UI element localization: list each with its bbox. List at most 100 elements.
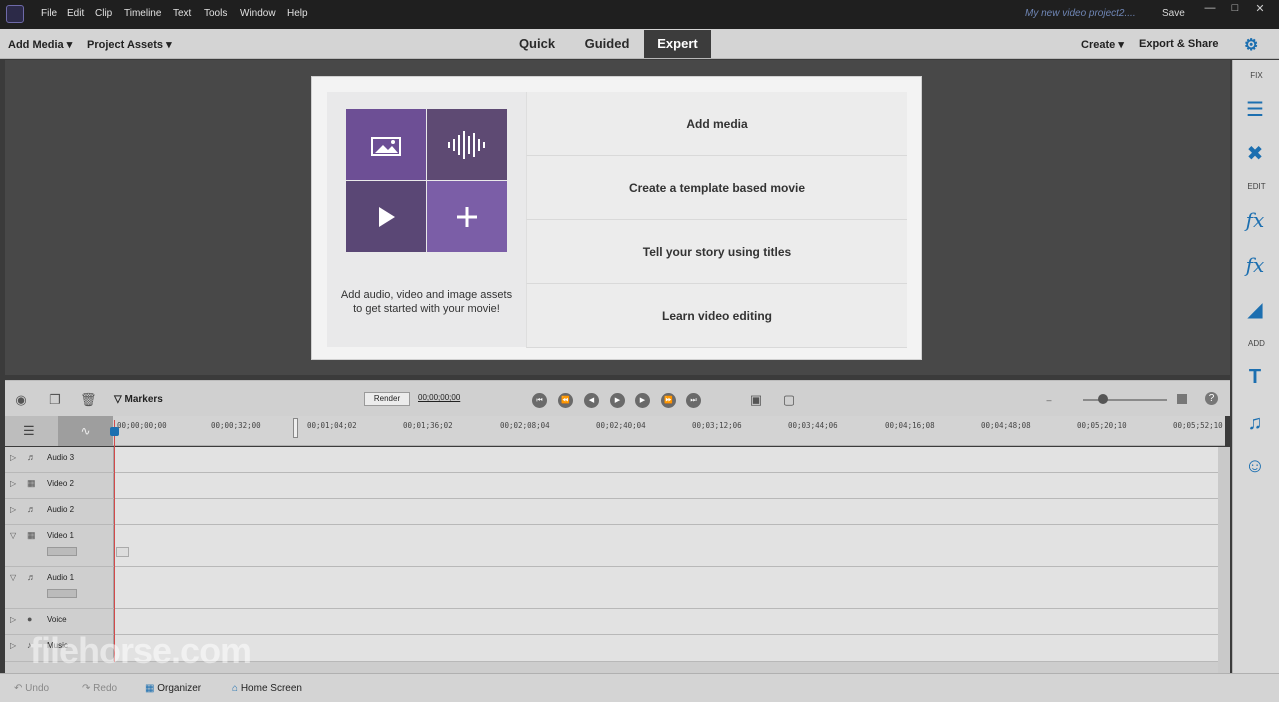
playhead[interactable] bbox=[114, 420, 115, 665]
ruler-tick: 00;00;32;00 bbox=[211, 421, 261, 430]
help-icon[interactable]: ? bbox=[1205, 392, 1218, 405]
option-add-media[interactable]: Add media bbox=[526, 92, 907, 156]
track-header: ▽ ♬ Audio 1 bbox=[5, 567, 114, 608]
minimize-icon[interactable]: — bbox=[1200, 2, 1220, 18]
track-name: Audio 2 bbox=[47, 505, 75, 514]
zoom-slider-handle[interactable] bbox=[1098, 394, 1108, 404]
adjust-sliders-icon[interactable]: ☰ bbox=[1241, 96, 1269, 124]
track-video-2[interactable]: ▷ ▦ Video 2 bbox=[5, 473, 1218, 499]
menu-clip[interactable]: Clip bbox=[95, 8, 112, 19]
expand-triangle-icon[interactable]: ▷ bbox=[10, 615, 16, 624]
titles-icon[interactable]: T bbox=[1241, 363, 1269, 391]
track-audio-1[interactable]: ▽ ♬ Audio 1 bbox=[5, 567, 1218, 609]
redo-button[interactable]: ↷ Redo bbox=[82, 683, 117, 694]
fast-forward-icon[interactable]: ⏩ bbox=[661, 393, 676, 408]
menu-edit[interactable]: Edit bbox=[67, 8, 84, 19]
menu-bar: File Edit Clip Timeline Text Tools Windo… bbox=[0, 0, 1279, 29]
chevron-down-icon: ▾ bbox=[1118, 39, 1124, 51]
save-button[interactable]: Save bbox=[1162, 8, 1185, 19]
home-icon: ⌂ bbox=[232, 683, 239, 694]
speaker-icon[interactable]: ♬ bbox=[27, 504, 36, 514]
track-audio-2[interactable]: ▷ ♬ Audio 2 bbox=[5, 499, 1218, 525]
graphics-smiley-icon[interactable]: ☺ bbox=[1241, 452, 1269, 480]
ruler-tick: 00;02;08;04 bbox=[500, 421, 550, 430]
menu-text[interactable]: Text bbox=[173, 8, 191, 19]
ruler-tick: 00;03;12;06 bbox=[692, 421, 742, 430]
film-icon[interactable]: ▦ bbox=[27, 530, 36, 541]
timeline-ruler[interactable]: ☰ ∿ 00;00;00;00 00;00;32;00 00;01;04;02 … bbox=[5, 416, 1225, 446]
keyframe-controls[interactable] bbox=[47, 589, 77, 598]
markers-dropdown[interactable]: ▽ Markers bbox=[114, 392, 163, 408]
collapse-triangle-icon[interactable]: ▽ bbox=[10, 531, 16, 540]
add-tile[interactable] bbox=[427, 181, 507, 252]
music-icon[interactable]: ♫ bbox=[1241, 409, 1269, 437]
zoom-out-icon[interactable]: – bbox=[1041, 392, 1057, 408]
plus-icon bbox=[457, 207, 477, 227]
home-screen-button[interactable]: ⌂ Home Screen bbox=[232, 683, 302, 694]
expand-triangle-icon[interactable]: ▷ bbox=[10, 453, 16, 462]
app-logo-icon[interactable] bbox=[6, 5, 24, 23]
track-name: Video 1 bbox=[47, 531, 74, 540]
zoom-in-icon[interactable] bbox=[1177, 394, 1187, 404]
work-area-handle[interactable] bbox=[293, 418, 298, 438]
goto-start-icon[interactable]: ⏮ bbox=[532, 393, 547, 408]
vertical-scrollbar[interactable] bbox=[1218, 447, 1230, 673]
zoom-slider-track[interactable] bbox=[1083, 399, 1167, 401]
trash-icon[interactable]: 🗑 bbox=[80, 392, 97, 408]
speaker-icon[interactable]: ♬ bbox=[27, 572, 36, 582]
gear-icon[interactable]: ⚙ bbox=[1244, 35, 1258, 55]
microphone-icon[interactable]: ● bbox=[27, 614, 32, 624]
effects-icon[interactable]: fx bbox=[1241, 251, 1269, 279]
timecode-display[interactable]: 00;00;00;00 bbox=[418, 393, 460, 402]
add-media-button[interactable]: Add Media ▾ bbox=[8, 38, 72, 51]
undo-button[interactable]: ↶ Undo bbox=[14, 683, 49, 694]
image-tile bbox=[346, 109, 426, 180]
maximize-icon[interactable]: □ bbox=[1225, 2, 1245, 18]
track-video-1[interactable]: ▽ ▦ Video 1 bbox=[5, 525, 1218, 567]
option-learn-editing[interactable]: Learn video editing bbox=[526, 284, 907, 348]
menu-help[interactable]: Help bbox=[287, 8, 308, 19]
monitor-icon[interactable]: ▣ bbox=[748, 392, 764, 408]
option-template-movie[interactable]: Create a template based movie bbox=[526, 156, 907, 220]
step-forward-icon[interactable]: ▶ bbox=[635, 393, 650, 408]
menu-file[interactable]: File bbox=[41, 8, 57, 19]
export-share-button[interactable]: Export & Share bbox=[1139, 38, 1218, 50]
resize-icon[interactable]: ❐ bbox=[47, 392, 63, 408]
expand-triangle-icon[interactable]: ▷ bbox=[10, 505, 16, 514]
bottom-bar: ↶ Undo ↷ Redo ▦ Organizer ⌂ Home Screen bbox=[0, 673, 1279, 702]
clip-placeholder[interactable] bbox=[116, 547, 129, 557]
create-button[interactable]: Create ▾ bbox=[1081, 38, 1124, 51]
tab-expert[interactable]: Expert bbox=[644, 30, 711, 58]
ruler-tick: 00;00;00;00 bbox=[117, 421, 167, 430]
project-assets-button[interactable]: Project Assets ▾ bbox=[87, 38, 172, 51]
track-audio-3[interactable]: ▷ ♬ Audio 3 bbox=[5, 447, 1218, 473]
render-button[interactable]: Render bbox=[364, 392, 410, 406]
tab-quick[interactable]: Quick bbox=[509, 30, 565, 58]
redo-icon: ↷ bbox=[82, 683, 91, 694]
option-story-titles[interactable]: Tell your story using titles bbox=[526, 220, 907, 284]
playhead-handle[interactable] bbox=[110, 427, 119, 436]
keyframe-controls[interactable] bbox=[47, 547, 77, 556]
fullscreen-icon[interactable]: ▢ bbox=[781, 392, 797, 408]
audio-waveform-toggle-icon[interactable]: ∿ bbox=[58, 416, 113, 446]
menu-timeline[interactable]: Timeline bbox=[124, 8, 161, 19]
organizer-button[interactable]: ▦ Organizer bbox=[145, 683, 201, 694]
collapse-triangle-icon[interactable]: ▽ bbox=[10, 573, 16, 582]
goto-end-icon[interactable]: ⏭ bbox=[686, 393, 701, 408]
play-button-icon[interactable]: ▶ bbox=[610, 393, 625, 408]
step-back-icon[interactable]: ◀ bbox=[584, 393, 599, 408]
transitions-icon[interactable]: ◢ bbox=[1241, 296, 1269, 324]
expand-triangle-icon[interactable]: ▷ bbox=[10, 479, 16, 488]
camera-icon[interactable]: ◉ bbox=[13, 392, 29, 408]
expand-triangle-icon[interactable]: ▷ bbox=[10, 641, 16, 650]
rewind-icon[interactable]: ⏪ bbox=[558, 393, 573, 408]
film-icon[interactable]: ▦ bbox=[27, 478, 36, 489]
menu-tools[interactable]: Tools bbox=[204, 8, 227, 19]
effects-edit-icon[interactable]: fx bbox=[1241, 206, 1269, 234]
speaker-icon[interactable]: ♬ bbox=[27, 452, 36, 462]
menu-window[interactable]: Window bbox=[240, 8, 276, 19]
track-list-icon[interactable]: ☰ bbox=[23, 423, 35, 439]
tools-icon[interactable]: ✖ bbox=[1241, 140, 1269, 168]
close-icon[interactable]: ✕ bbox=[1250, 2, 1270, 18]
tab-guided[interactable]: Guided bbox=[576, 30, 638, 58]
